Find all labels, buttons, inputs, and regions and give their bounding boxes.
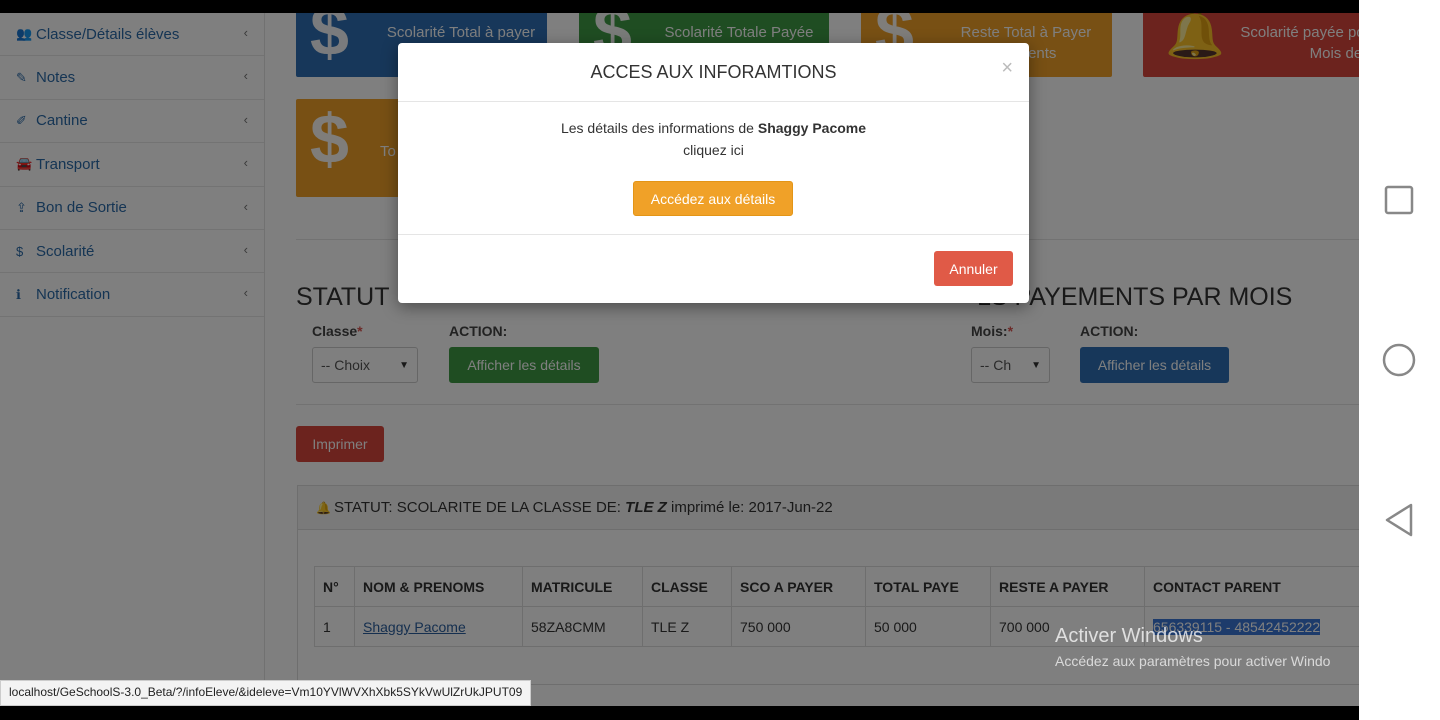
close-icon[interactable]: × [1001, 57, 1013, 80]
modal-text-line2: cliquez ici [683, 142, 744, 158]
modal-title: ACCES AUX INFORAMTIONS [590, 61, 837, 82]
windows-activation-hint: Accédez aux paramètres pour activer Wind… [1055, 653, 1331, 669]
windows-activation-watermark: Activer Windows [1055, 625, 1203, 647]
back-triangle-icon [1385, 503, 1413, 537]
modal-body: Les détails des informations de Shaggy P… [398, 102, 1029, 235]
access-details-button[interactable]: Accédez aux détails [633, 181, 793, 216]
status-bar [0, 0, 1440, 13]
android-nav-bar [1359, 0, 1440, 720]
circle-icon [1382, 343, 1416, 377]
recent-apps-button[interactable] [1381, 182, 1417, 218]
link-status-url: localhost/GeSchoolS-3.0_Beta/?/infoEleve… [0, 680, 532, 706]
modal-text: Les détails des informations de [560, 120, 754, 136]
modal-student-name: Shaggy Pacome [757, 120, 867, 136]
access-info-modal: ACCES AUX INFORAMTIONS × Les détails des… [398, 43, 1029, 303]
modal-header: ACCES AUX INFORAMTIONS × [398, 43, 1029, 102]
cancel-button[interactable]: Annuler [934, 251, 1013, 286]
square-icon [1384, 185, 1414, 215]
home-button[interactable] [1381, 342, 1417, 378]
back-button[interactable] [1381, 502, 1417, 538]
modal-text-line1: Les détails des informations de Shaggy P… [398, 120, 1029, 136]
browser-viewport: 👥 Classe/Détails élèves ‹ ✎ Notes ‹ ✐ Ca… [0, 13, 1359, 706]
bottom-bar [0, 706, 1359, 720]
